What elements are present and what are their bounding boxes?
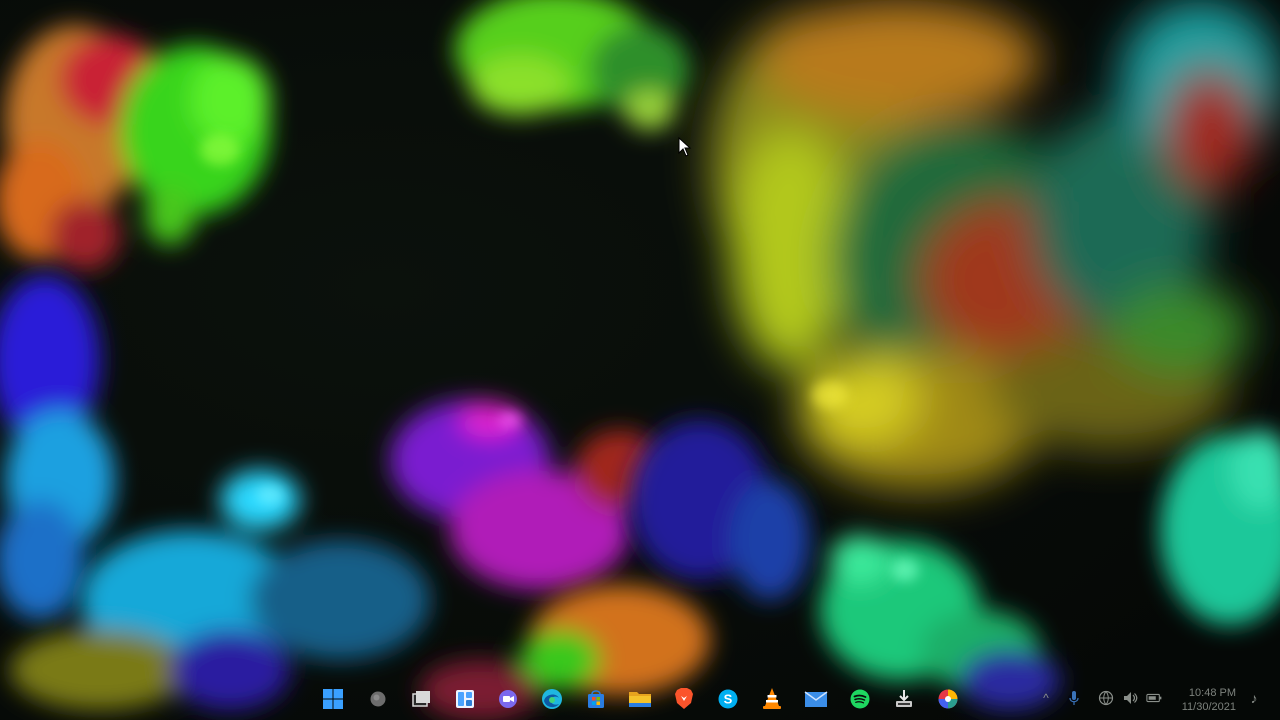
task-view-button[interactable] (406, 684, 436, 714)
volume-button[interactable] (1122, 690, 1138, 706)
network-icon (1098, 690, 1114, 706)
mouse-pointer-icon (678, 137, 692, 157)
search-circle-icon (370, 691, 386, 707)
file-explorer-button[interactable] (625, 684, 655, 714)
edge-button[interactable] (537, 684, 567, 714)
folder-icon (629, 692, 651, 707)
taskbar: S ^ 10:48 PM 11/30/2021 ♪ (0, 672, 1280, 720)
spotify-icon (850, 689, 870, 709)
start-button[interactable] (318, 684, 348, 714)
speaker-icon (1124, 692, 1138, 704)
widgets-icon (456, 690, 474, 708)
microphone-icon (1069, 691, 1079, 705)
microsoft-store-icon (588, 690, 604, 708)
vlc-button[interactable] (757, 684, 787, 714)
notification-icon: ♪ (1250, 690, 1258, 706)
wallpaper (0, 0, 1280, 720)
spotify-button[interactable] (845, 684, 875, 714)
tray-overflow-button[interactable]: ^ (1038, 690, 1054, 706)
svg-text:S: S (724, 692, 733, 707)
network-button[interactable] (1098, 690, 1114, 706)
clock[interactable]: 10:48 PM 11/30/2021 (1178, 686, 1236, 714)
skype-button[interactable]: S (713, 684, 743, 714)
color-app-button[interactable] (933, 684, 963, 714)
download-box-icon (896, 690, 912, 707)
edge-browser-icon (542, 689, 562, 709)
color-wheel-icon (938, 689, 958, 709)
chevron-up-icon: ^ (1043, 691, 1049, 705)
skype-icon: S (718, 689, 738, 709)
vlc-cone-icon (763, 688, 781, 709)
search-button[interactable] (363, 684, 393, 714)
microphone-button[interactable] (1066, 690, 1082, 706)
teams-chat-button[interactable] (493, 684, 523, 714)
task-view-icon (412, 691, 430, 707)
widgets-button[interactable] (450, 684, 480, 714)
battery-button[interactable] (1146, 690, 1162, 706)
desktop: S ^ 10:48 PM 11/30/2021 ♪ (0, 0, 1280, 720)
store-button[interactable] (581, 684, 611, 714)
installer-button[interactable] (889, 684, 919, 714)
notification-button[interactable]: ♪ (1246, 690, 1262, 706)
clock-date: 11/30/2021 (1181, 701, 1236, 713)
teams-chat-icon (499, 690, 517, 708)
windows-logo-icon (323, 689, 343, 709)
mail-button[interactable] (801, 684, 831, 714)
clock-time: 10:48 PM (1188, 687, 1236, 699)
brave-button[interactable] (669, 684, 699, 714)
brave-lion-icon (675, 688, 693, 709)
battery-icon (1146, 693, 1162, 703)
mail-icon (804, 691, 828, 707)
